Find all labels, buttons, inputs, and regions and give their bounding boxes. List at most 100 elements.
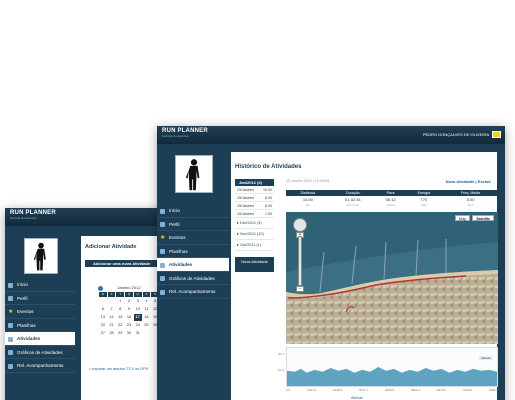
month-header[interactable]: Jan/2012 (4) [235, 179, 274, 186]
calendar-day[interactable]: 25 [142, 322, 151, 329]
import-tcx-link[interactable]: • Importar um arquivo TCX ou GPX [89, 367, 148, 371]
activity-list-item[interactable]: 10/Janeiro 7.00 [235, 210, 274, 218]
calendar-day[interactable]: 28 [107, 330, 116, 337]
sidebar-item[interactable]: Gráficos de Atividades [5, 346, 75, 359]
sidebar-item-label: Gráficos de Atividades [169, 275, 215, 281]
run-planner-logo[interactable]: RUN PLANNER treinos & eventos [162, 128, 208, 138]
calendar-day[interactable]: 13 [99, 314, 107, 321]
activity-list-item[interactable]: 15/Janeiro 8.00 [235, 202, 274, 210]
sidebar-item-label: Atividades [17, 336, 41, 341]
calendar-day[interactable]: 1 [116, 298, 125, 305]
activity-distance: 8.00 [265, 204, 272, 208]
calendar-day[interactable]: 8 [116, 306, 125, 313]
brazil-flag-icon[interactable] [492, 131, 501, 138]
sidebar: Início Perfil ★ Eventos Planilhas Atividades G… [5, 226, 75, 400]
route-map[interactable]: + − Map Satellite [286, 212, 498, 344]
calendar-day[interactable]: 22 [116, 322, 125, 329]
calendar-day[interactable]: 10 [133, 306, 142, 313]
elevation-x-tick: 3303.6 [384, 388, 395, 392]
stats-value: 770 [420, 197, 428, 202]
sidebar-item-label: Início [169, 208, 180, 213]
calendar-weekday: T [116, 292, 125, 297]
sidebar-item-label: Início [17, 282, 28, 287]
month-link[interactable]: Dez/2011 (3) [235, 218, 274, 229]
calendar-day[interactable]: 24 [133, 322, 142, 329]
sidebar-item[interactable]: Perfil [5, 292, 75, 305]
calendar-day[interactable]: 27 [99, 330, 107, 337]
star-icon: ★ [160, 234, 166, 241]
activity-list-item[interactable]: 15/Janeiro 10.00 [235, 186, 274, 194]
report-icon [160, 289, 165, 295]
sidebar-item[interactable]: Início [5, 278, 75, 292]
page-title: Adicionar Atividade [85, 244, 137, 250]
calendar: Janeiro 2012 D S T Q Q S S 1 2 3 4 5 6 7 8 9 10 11 12 13 14 1… [99, 284, 159, 337]
month-list: Jan/2012 (4) 15/Janeiro 10.00 15/Janeiro 8.… [235, 179, 274, 272]
zoom-out-button[interactable]: − [296, 286, 304, 292]
activity-date: 15 Janeiro 2012 | 19:30h01 [286, 179, 330, 183]
home-icon [160, 208, 165, 214]
zoom-slider[interactable] [298, 236, 302, 286]
sidebar-item-label: Eventos [169, 235, 186, 240]
profile-icon [8, 296, 13, 301]
calendar-day[interactable]: 15 [116, 314, 125, 321]
sheet-icon [8, 323, 13, 328]
activity-history-screenshot: RUN PLANNER treinos & eventos PEDRO GONÇ… [157, 126, 505, 400]
calendar-day[interactable]: 4 [142, 298, 151, 305]
sidebar-item-label: Rel. Acompanhamento [169, 289, 216, 294]
calendar-day[interactable]: 6 [99, 306, 107, 313]
calendar-day[interactable]: 29 [116, 330, 125, 337]
map-pan-control[interactable] [293, 218, 307, 232]
satellite-view-button[interactable]: Satellite [472, 215, 494, 221]
activity-list-item[interactable]: 15/Janeiro 8.00 [235, 194, 274, 202]
elevation-y-tick: 20 m [278, 352, 285, 356]
calendar-day[interactable]: 3 [133, 298, 142, 305]
profile-icon [160, 222, 165, 227]
sidebar-item[interactable]: Início [157, 204, 229, 218]
calendar-day[interactable]: 23 [125, 322, 133, 329]
new-activity-button[interactable]: Nova Atividade [235, 257, 274, 272]
add-activity-screenshot: RUN PLANNER treinos & eventos Início Perf… [5, 208, 170, 400]
sidebar-item[interactable]: Perfil [157, 218, 229, 231]
chart-icon [160, 276, 165, 281]
calendar-day[interactable]: 18 [142, 314, 151, 321]
sidebar-item[interactable]: ★ Eventos [157, 231, 229, 245]
map-view-button[interactable]: Map [455, 215, 470, 221]
sidebar-item[interactable]: Planilhas [5, 319, 75, 332]
sidebar-item-label: Gráficos de Atividades [17, 349, 63, 355]
import-link-label: Importar um arquivo TCX ou GPX [91, 367, 149, 371]
run-planner-logo[interactable]: RUN PLANNER treinos & eventos [10, 210, 56, 220]
elevation-y-tick: 10 m [278, 368, 285, 372]
stats-unit: bpm [467, 203, 474, 207]
sidebar-item[interactable]: Gráficos de Atividades [157, 272, 229, 285]
calendar-day[interactable]: 2 [125, 298, 133, 305]
sidebar-item[interactable]: Rel. Acompanhamento [157, 285, 229, 299]
user-name[interactable]: PEDRO GONÇALVES DE OLIVEIRA [423, 132, 489, 137]
sidebar-item[interactable]: ★ Eventos [5, 305, 75, 319]
calendar-day[interactable]: 17 [133, 314, 142, 321]
calendar-grid: D S T Q Q S S 1 2 3 4 5 6 7 8 9 10 11 12 13 14 15 16 17 18 19 20 21… [99, 292, 159, 337]
month-link[interactable]: Out/2011 (1) [235, 240, 274, 251]
sidebar-item[interactable]: Planilhas [157, 245, 229, 258]
change-link[interactable]: Alterar [351, 395, 363, 400]
calendar-day[interactable]: 11 [142, 306, 151, 313]
calendar-day[interactable]: 30 [125, 330, 133, 337]
calendar-day[interactable]: 21 [107, 322, 116, 329]
activity-actions[interactable]: Nova Atividade | Excluir [446, 179, 491, 184]
sidebar-item[interactable]: Atividades [157, 258, 229, 272]
month-link[interactable]: Nov/2011 (10) [235, 229, 274, 240]
calendar-weekday: S [107, 292, 116, 297]
calendar-day[interactable]: 16 [125, 314, 133, 321]
chart-icon [8, 350, 13, 355]
calendar-day[interactable]: 31 [133, 330, 142, 337]
elevation-x-tick: 0.0 [286, 388, 291, 392]
sidebar-item[interactable]: Atividades [5, 332, 75, 346]
activity-distance: 7.00 [265, 212, 272, 216]
sidebar-item[interactable]: Rel. Acompanhamento [5, 359, 75, 373]
calendar-day[interactable]: 9 [125, 306, 133, 313]
calendar-day[interactable]: 20 [99, 322, 107, 329]
elevation-chart: 20 m 10 m Altitude [278, 347, 498, 387]
calendar-day[interactable]: 14 [107, 314, 116, 321]
sidebar-item-label: Planilhas [17, 322, 36, 328]
satellite-map-image [286, 212, 498, 344]
calendar-day[interactable]: 7 [107, 306, 116, 313]
